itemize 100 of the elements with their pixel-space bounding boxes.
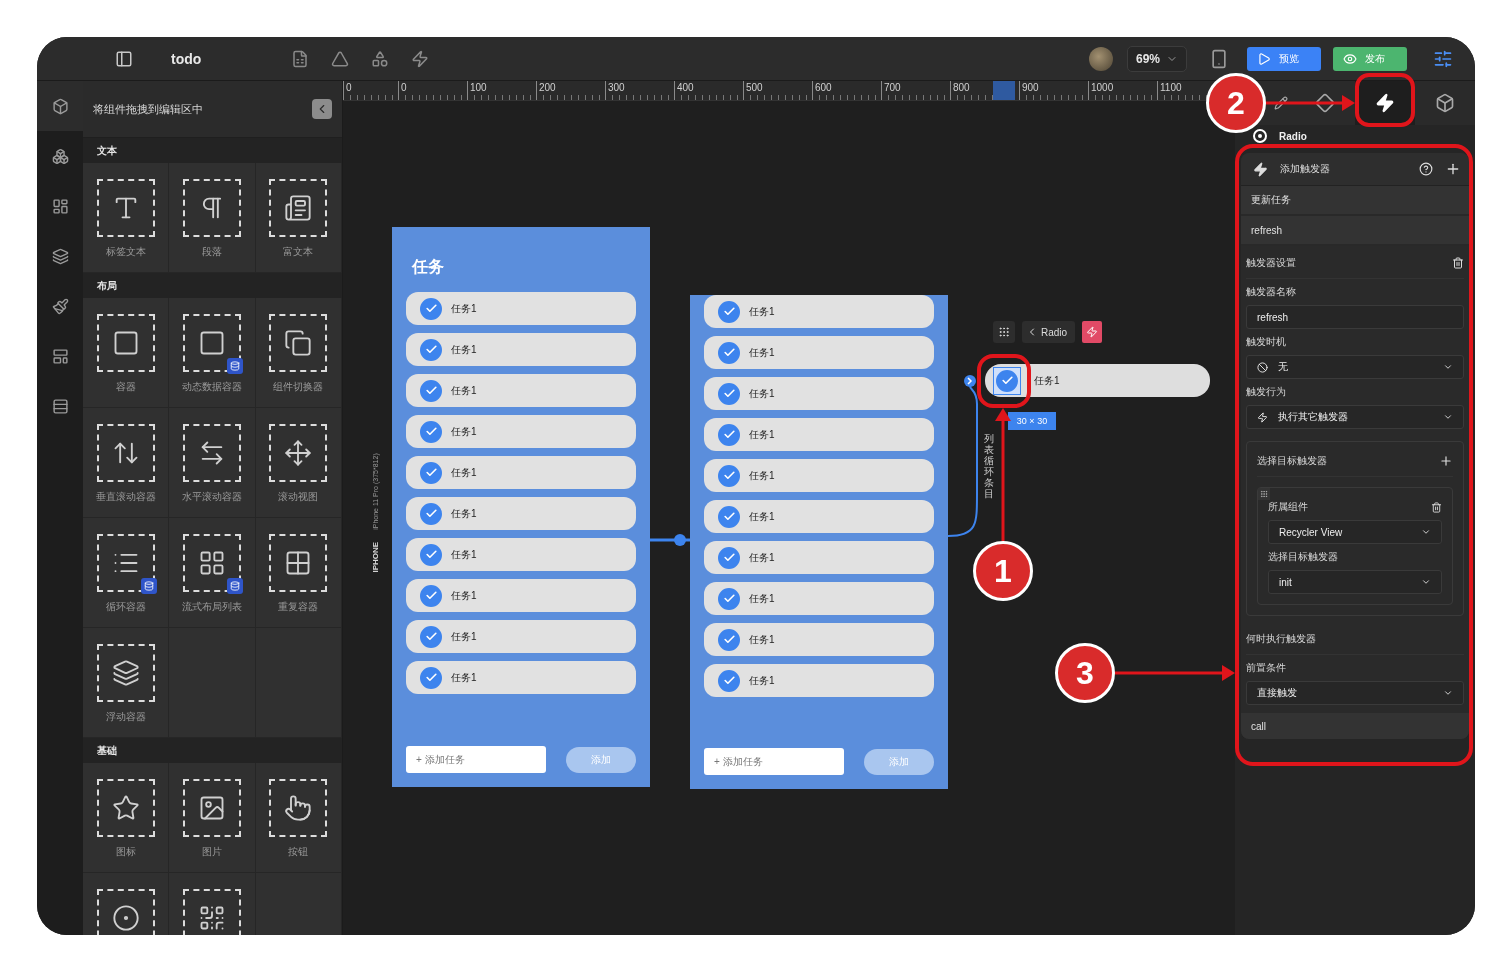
task-row[interactable]: 任务1 <box>704 459 934 492</box>
parent-link[interactable]: Radio <box>1022 321 1076 343</box>
check-icon <box>722 387 736 400</box>
add-icon[interactable] <box>1445 161 1461 177</box>
checkbox[interactable] <box>420 420 442 443</box>
component-tile[interactable]: 流式布局列表 <box>169 518 256 628</box>
task-row[interactable]: 任务1 <box>704 418 934 451</box>
trigger-item[interactable]: 更新任务 <box>1241 186 1469 216</box>
component-tile[interactable]: 标签文本 <box>83 163 170 273</box>
task-row[interactable]: 任务1 <box>704 295 934 328</box>
trash-icon[interactable] <box>1431 501 1442 513</box>
phone-frame[interactable]: 任务1 任务1 任务1 任务1 任务1 任务1 任务1 任务1 任务1 任务1 + 添加任务 添加 <box>690 295 948 789</box>
drag-handle[interactable] <box>1258 488 1270 500</box>
checkbox[interactable] <box>718 341 740 364</box>
card-title: 添加触发器 <box>1280 162 1331 176</box>
bolt-icon[interactable] <box>411 49 430 68</box>
select-field[interactable]: Recycler View <box>1268 520 1442 544</box>
task-row[interactable]: 任务1 <box>406 620 636 653</box>
check-icon <box>424 507 438 520</box>
checkbox[interactable] <box>718 587 740 610</box>
zoom-select[interactable]: 69% <box>1126 45 1187 72</box>
trigger-item[interactable]: refresh <box>1241 216 1469 246</box>
move-icon <box>284 439 313 467</box>
task-row[interactable]: 任务1 <box>406 579 636 612</box>
phone-frame[interactable]: 任务 任务1 任务1 任务1 任务1 任务1 任务1 任务1 任务1 任务1 任务1 + 添加任务 添加 <box>392 227 650 787</box>
task-row[interactable]: 任务1 <box>406 497 636 530</box>
task-row[interactable]: 任务1 <box>704 500 934 533</box>
phone-icon[interactable] <box>1209 48 1229 69</box>
task-row[interactable]: 任务1 <box>406 456 636 489</box>
ruler-label: 1100 <box>1159 81 1182 95</box>
select-field[interactable]: 执行其它触发器 <box>1246 405 1464 429</box>
avatar[interactable] <box>1088 46 1113 71</box>
checkbox[interactable] <box>718 505 740 528</box>
select-field[interactable]: 无 <box>1246 355 1464 379</box>
triangle-icon[interactable] <box>331 49 350 68</box>
component-tile[interactable]: 动态数据容器 <box>169 298 256 408</box>
checkbox[interactable] <box>718 423 740 446</box>
component-tile[interactable]: 水平滚动容器 <box>169 408 256 518</box>
task-row[interactable]: 任务1 <box>704 664 934 697</box>
trash-icon[interactable] <box>1452 257 1464 269</box>
checkbox[interactable] <box>718 300 740 323</box>
task-row[interactable]: 任务1 <box>406 661 636 694</box>
checkbox[interactable] <box>718 382 740 405</box>
checkbox[interactable] <box>718 669 740 692</box>
task-row[interactable]: 任务1 <box>704 582 934 615</box>
help-icon[interactable] <box>1419 162 1433 176</box>
checkbox[interactable] <box>420 297 442 320</box>
checkbox[interactable] <box>718 546 740 569</box>
checkbox[interactable] <box>420 584 442 607</box>
task-row[interactable]: 任务1 <box>704 541 934 574</box>
checkbox[interactable] <box>420 338 442 361</box>
task-row[interactable]: 任务1 <box>704 623 934 656</box>
component-tile[interactable]: 浮动容器 <box>83 628 170 738</box>
checkbox[interactable] <box>420 461 442 484</box>
task-row[interactable]: 任务1 <box>704 377 934 410</box>
component-tile[interactable]: 垂直滚动容器 <box>83 408 170 518</box>
component-tile[interactable]: 重复容器 <box>255 518 342 628</box>
checkbox[interactable] <box>718 628 740 651</box>
selected-row[interactable]: 任务1 <box>985 364 1210 397</box>
component-tile[interactable]: 容器 <box>83 298 170 408</box>
component-tile[interactable]: 图标 <box>83 763 170 873</box>
task-row[interactable]: 任务1 <box>406 415 636 448</box>
component-tile[interactable]: 富文本 <box>255 163 342 273</box>
component-tile[interactable]: 段落 <box>169 163 256 273</box>
checkbox[interactable] <box>420 502 442 525</box>
checkbox[interactable] <box>420 543 442 566</box>
component-tile[interactable]: 图片 <box>169 763 256 873</box>
preview-button[interactable]: 预览 <box>1247 46 1321 71</box>
drag-handle[interactable] <box>993 321 1015 343</box>
task-row[interactable]: 任务1 <box>704 336 934 369</box>
task-row[interactable]: 任务1 <box>406 538 636 571</box>
text-field[interactable]: refresh <box>1246 305 1464 329</box>
spreadsheet-icon[interactable] <box>291 49 310 68</box>
check-icon <box>722 510 736 523</box>
task-row[interactable]: 任务1 <box>406 292 636 325</box>
sidebar-toggle-icon[interactable] <box>115 49 133 68</box>
select-field[interactable]: init <box>1268 570 1442 594</box>
task-input[interactable]: + 添加任务 <box>406 746 546 773</box>
trigger-button[interactable] <box>1082 321 1103 343</box>
checkbox[interactable] <box>420 666 442 689</box>
dashboard-icon <box>51 197 69 215</box>
trigger-item[interactable]: call <box>1241 713 1469 739</box>
task-row[interactable]: 任务1 <box>406 333 636 366</box>
component-tile[interactable]: 滚动视图 <box>255 408 342 518</box>
checkbox[interactable] <box>420 625 442 648</box>
checkbox[interactable] <box>718 464 740 487</box>
database-icon <box>140 578 157 594</box>
add-icon[interactable] <box>1439 454 1453 468</box>
collapse-button[interactable] <box>312 99 332 119</box>
task-input[interactable]: + 添加任务 <box>704 748 844 775</box>
check-icon <box>424 671 438 684</box>
settings-icon[interactable] <box>1433 48 1453 69</box>
component-tile[interactable]: 按钮 <box>255 763 342 873</box>
component-tile[interactable]: 循环容器 <box>83 518 170 628</box>
shapes-icon[interactable] <box>371 49 390 68</box>
ruler-label: 100 <box>469 81 487 95</box>
component-tile[interactable]: 组件切换器 <box>255 298 342 408</box>
task-row[interactable]: 任务1 <box>406 374 636 407</box>
checkbox[interactable] <box>420 379 442 402</box>
select-field[interactable]: 直接触发 <box>1246 681 1464 705</box>
